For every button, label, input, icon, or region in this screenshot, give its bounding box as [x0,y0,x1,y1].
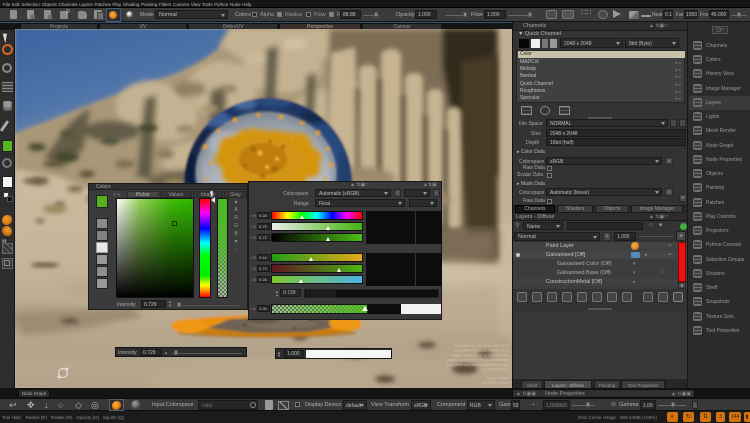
svg-text:by HDRI Haven: by HDRI Haven [483,381,509,385]
svg-text:of 1.5M triangles: of 1.5M triangles [481,368,509,372]
svg-text:Recorded 5 July 2018 1600 BST: Recorded 5 July 2018 1600 BST [454,344,510,348]
svg-text:Original Concept by Paul Chade: Original Concept by Paul Chadeisson [446,358,509,362]
svg-text:Smoothed and decimated to a bu: Smoothed and decimated to a budget [446,363,510,367]
svg-text:using Mari 4.1v1 on Windows 10: using Mari 4.1v1 on Windows 10 [454,349,509,353]
svg-text:Desert HDRI: Desert HDRI [487,377,509,381]
svg-text:Project, Junk Shop by Alex Tre: Project, Junk Shop by Alex Trevino [450,353,509,357]
